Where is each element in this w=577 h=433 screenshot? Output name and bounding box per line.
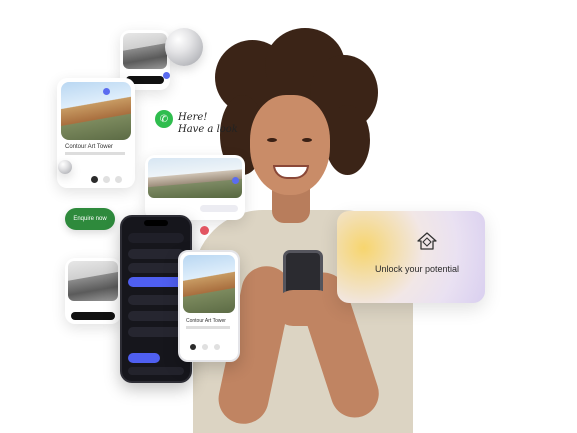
phone-notch bbox=[144, 220, 168, 226]
carousel-dot[interactable] bbox=[214, 344, 220, 350]
silver-sphere-top bbox=[165, 28, 203, 66]
carousel-dot[interactable] bbox=[103, 176, 110, 183]
white-phone-app[interactable]: Contour Art Tower bbox=[178, 250, 240, 362]
chat-row[interactable] bbox=[128, 295, 184, 305]
property-photo bbox=[68, 261, 118, 301]
unlock-potential-text: Unlock your potential bbox=[375, 264, 460, 274]
property-photo bbox=[61, 82, 131, 140]
phone-notification-badge bbox=[200, 226, 209, 235]
house-listing-card[interactable] bbox=[145, 155, 245, 220]
message-line-2: Have a look bbox=[178, 124, 238, 135]
message-line-1: Here! bbox=[178, 112, 208, 123]
home-outline-icon bbox=[417, 232, 437, 250]
hands-on-phone bbox=[275, 290, 335, 326]
chat-row[interactable] bbox=[128, 327, 184, 337]
app-header-row bbox=[128, 233, 184, 243]
phone-action-button[interactable] bbox=[128, 353, 160, 363]
property-photo bbox=[123, 33, 167, 69]
phone-nav-bar bbox=[128, 367, 184, 375]
silver-sphere-small bbox=[58, 160, 72, 174]
chat-row[interactable] bbox=[128, 311, 184, 321]
house-card-indicator bbox=[232, 177, 239, 184]
bottom-left-card-button[interactable] bbox=[71, 312, 115, 320]
bottom-left-property-card[interactable] bbox=[65, 258, 121, 324]
carousel-dot[interactable] bbox=[115, 176, 122, 183]
property-title: Contour Art Tower bbox=[65, 144, 113, 150]
left-card-indicator bbox=[103, 88, 110, 95]
carousel-dot-active[interactable] bbox=[91, 176, 98, 183]
highlighted-row[interactable] bbox=[128, 277, 184, 287]
carousel-dot-active[interactable] bbox=[190, 344, 196, 350]
whatsapp-icon[interactable]: ✆ bbox=[155, 110, 173, 128]
top-card-indicator bbox=[163, 72, 170, 79]
chat-row[interactable] bbox=[128, 263, 184, 273]
property-subtitle bbox=[65, 152, 125, 155]
house-photo bbox=[148, 158, 242, 198]
chat-row[interactable] bbox=[128, 249, 184, 259]
carousel-dot[interactable] bbox=[202, 344, 208, 350]
card-toolbar bbox=[200, 205, 238, 212]
enquire-now-button[interactable]: Enquire now bbox=[65, 208, 115, 230]
whatsapp-message: Here! Have a look bbox=[178, 112, 238, 136]
property-title: Contour Art Tower bbox=[186, 318, 226, 324]
person-face bbox=[250, 95, 330, 195]
property-photo bbox=[183, 255, 235, 313]
unlock-potential-card bbox=[337, 211, 485, 303]
property-subtitle bbox=[186, 326, 230, 329]
